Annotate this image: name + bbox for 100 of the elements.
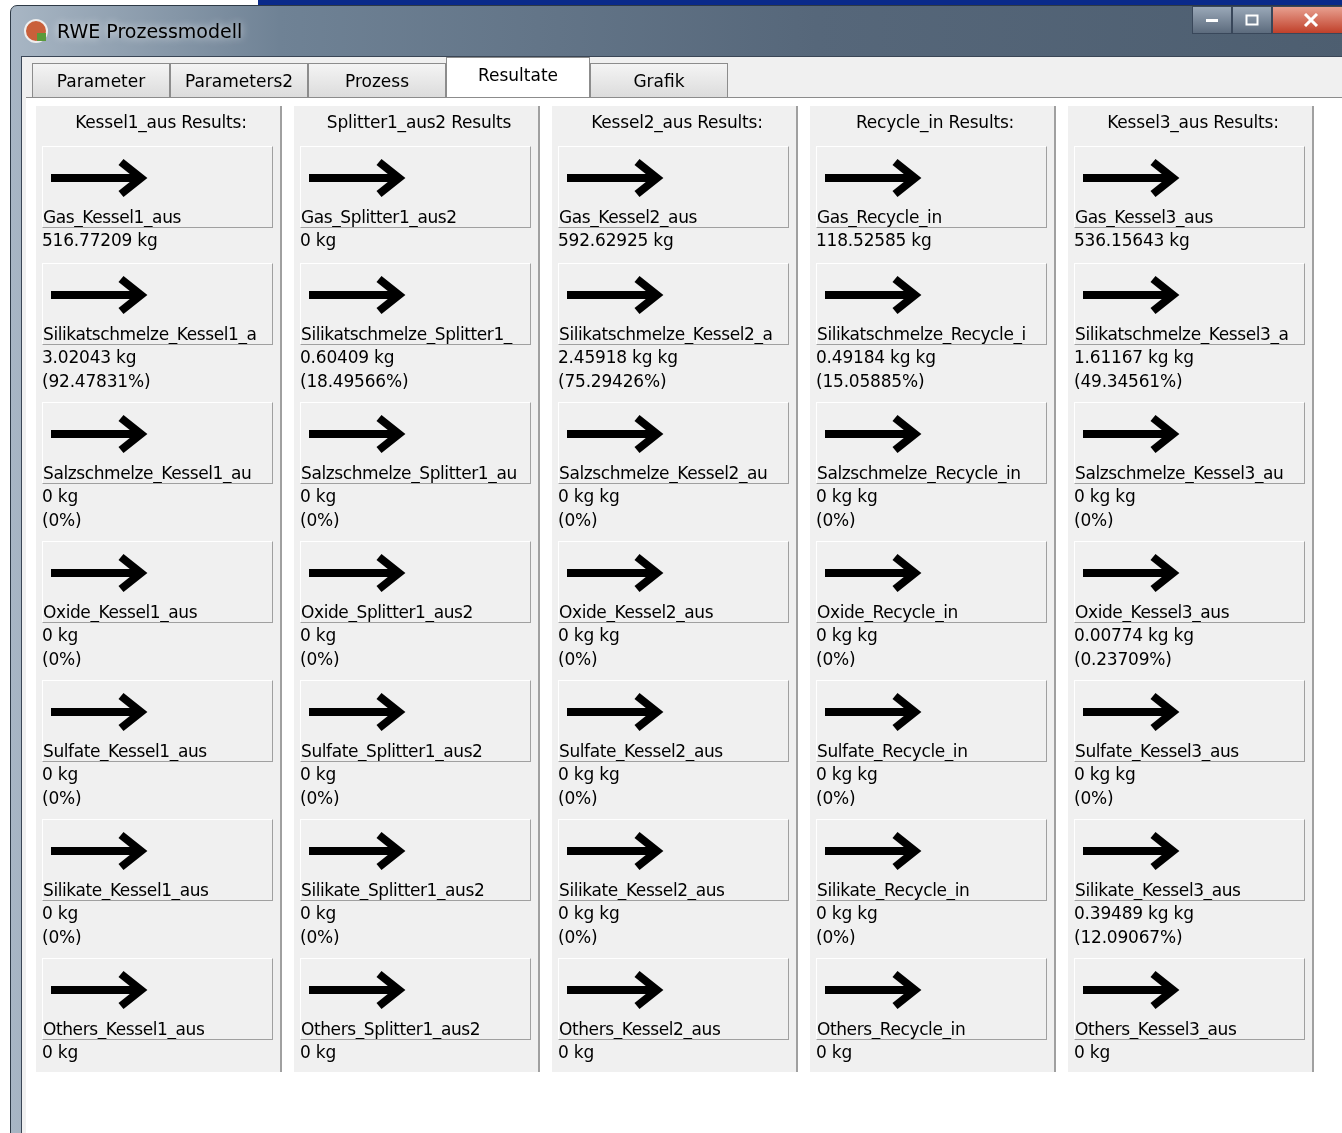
value-text: (0%) bbox=[300, 926, 341, 949]
stream-button[interactable]: Salzschmelze_Kessel2_au bbox=[558, 402, 789, 484]
close-button[interactable] bbox=[1272, 6, 1342, 34]
value-text: (0%) bbox=[1074, 787, 1115, 810]
value-text: 0 kg bbox=[300, 624, 338, 647]
value-text: (0.23709%) bbox=[1074, 648, 1173, 671]
stream-button[interactable]: Sulfate_Kessel1_aus bbox=[42, 680, 273, 762]
value-text: (0%) bbox=[816, 787, 857, 810]
value-text: 536.15643 kg bbox=[1074, 229, 1191, 252]
stream-button[interactable]: Gas_Kessel3_aus bbox=[1074, 146, 1305, 228]
stream-button[interactable]: Silikate_Kessel3_aus bbox=[1074, 819, 1305, 901]
stream-button[interactable]: Oxide_Kessel3_aus bbox=[1074, 541, 1305, 623]
stream-button[interactable]: Salzschmelze_Kessel1_au bbox=[42, 402, 273, 484]
stream-button[interactable]: Oxide_Recycle_in bbox=[816, 541, 1047, 623]
arrow-icon bbox=[567, 275, 665, 315]
value-text: 0 kg kg bbox=[1074, 763, 1137, 786]
arrow-icon bbox=[567, 831, 665, 871]
value-text: 0 kg bbox=[1074, 1041, 1112, 1064]
stream-button[interactable]: Oxide_Kessel2_aus bbox=[558, 541, 789, 623]
stream-button[interactable]: Silikate_Kessel2_aus bbox=[558, 819, 789, 901]
arrow-icon bbox=[567, 414, 665, 454]
maximize-button[interactable] bbox=[1232, 6, 1272, 34]
value-text: (0%) bbox=[558, 509, 599, 532]
value-text: 0 kg kg bbox=[816, 763, 879, 786]
value-text: (0%) bbox=[558, 926, 599, 949]
stream-button[interactable]: Others_Kessel2_aus bbox=[558, 958, 789, 1040]
value-text: 0 kg kg bbox=[558, 763, 621, 786]
value-text: (49.34561%) bbox=[1074, 370, 1184, 393]
tab[interactable]: Parameter bbox=[32, 63, 170, 97]
arrow-icon bbox=[1083, 692, 1181, 732]
tab[interactable]: Parameters2 bbox=[170, 63, 308, 97]
arrow-icon bbox=[825, 970, 923, 1010]
tab[interactable]: Grafik bbox=[590, 63, 728, 97]
value-text: 0 kg kg bbox=[558, 624, 621, 647]
arrow-icon bbox=[51, 970, 149, 1010]
value-text: 592.62925 kg bbox=[558, 229, 675, 252]
value-text: (12.09067%) bbox=[1074, 926, 1184, 949]
minimize-button[interactable] bbox=[1192, 6, 1232, 34]
stream-button[interactable]: Silikatschmelze_Splitter1_ bbox=[300, 263, 531, 345]
arrow-icon bbox=[309, 553, 407, 593]
stream-button[interactable]: Sulfate_Kessel3_aus bbox=[1074, 680, 1305, 762]
stream-button[interactable]: Sulfate_Kessel2_aus bbox=[558, 680, 789, 762]
app-icon bbox=[23, 18, 49, 44]
stream-button[interactable]: Salzschmelze_Splitter1_au bbox=[300, 402, 531, 484]
arrow-icon bbox=[825, 158, 923, 198]
value-text: 0 kg kg bbox=[816, 624, 879, 647]
arrow-icon bbox=[309, 414, 407, 454]
stream-button[interactable]: Silikatschmelze_Kessel3_a bbox=[1074, 263, 1305, 345]
stream-button[interactable]: Silikatschmelze_Kessel2_a bbox=[558, 263, 789, 345]
value-text: 0 kg bbox=[558, 1041, 596, 1064]
stream-button[interactable]: Silikate_Splitter1_aus2 bbox=[300, 819, 531, 901]
stream-button[interactable]: Oxide_Kessel1_aus bbox=[42, 541, 273, 623]
stream-button[interactable]: Salzschmelze_Kessel3_au bbox=[1074, 402, 1305, 484]
value-text: 0 kg bbox=[300, 1041, 338, 1064]
stream-button[interactable]: Others_Kessel1_aus bbox=[42, 958, 273, 1040]
stream-button[interactable]: Gas_Recycle_in bbox=[816, 146, 1047, 228]
value-text: (0%) bbox=[300, 787, 341, 810]
value-text: 118.52585 kg bbox=[816, 229, 933, 252]
value-text: 0 kg bbox=[300, 763, 338, 786]
value-text: 0 kg bbox=[300, 902, 338, 925]
stream-button[interactable]: Gas_Kessel2_aus bbox=[558, 146, 789, 228]
value-text: 0 kg bbox=[42, 485, 80, 508]
value-text: 0 kg bbox=[42, 902, 80, 925]
value-text: 0.39489 kg kg bbox=[1074, 902, 1195, 925]
value-text: 0 kg bbox=[42, 1041, 80, 1064]
arrow-icon bbox=[567, 692, 665, 732]
value-text: (0%) bbox=[42, 926, 83, 949]
stream-button[interactable]: Sulfate_Recycle_in bbox=[816, 680, 1047, 762]
arrow-icon bbox=[1083, 275, 1181, 315]
value-text: 0 kg kg bbox=[1074, 485, 1137, 508]
tab[interactable]: Prozess bbox=[308, 63, 446, 97]
tab[interactable]: Resultate bbox=[446, 57, 590, 97]
stream-button[interactable]: Silikate_Recycle_in bbox=[816, 819, 1047, 901]
stream-button[interactable]: Gas_Splitter1_aus2 bbox=[300, 146, 531, 228]
stream-button[interactable]: Gas_Kessel1_aus bbox=[42, 146, 273, 228]
arrow-icon bbox=[1083, 970, 1181, 1010]
stream-button[interactable]: Others_Splitter1_aus2 bbox=[300, 958, 531, 1040]
stream-button[interactable]: Sulfate_Splitter1_aus2 bbox=[300, 680, 531, 762]
arrow-icon bbox=[51, 831, 149, 871]
value-text: 0 kg bbox=[42, 763, 80, 786]
stream-button[interactable]: Silikatschmelze_Kessel1_a bbox=[42, 263, 273, 345]
minimize-icon bbox=[1205, 17, 1219, 23]
arrow-icon bbox=[1083, 414, 1181, 454]
arrow-icon bbox=[825, 275, 923, 315]
arrow-icon bbox=[567, 970, 665, 1010]
stream-button[interactable]: Oxide_Splitter1_aus2 bbox=[300, 541, 531, 623]
arrow-icon bbox=[51, 553, 149, 593]
stream-button[interactable]: Others_Recycle_in bbox=[816, 958, 1047, 1040]
stream-button[interactable]: Others_Kessel3_aus bbox=[1074, 958, 1305, 1040]
value-text: 0 kg bbox=[816, 1041, 854, 1064]
maximize-icon bbox=[1245, 14, 1259, 26]
column-title: Kessel3_aus Results: bbox=[1106, 112, 1280, 135]
arrow-icon bbox=[51, 414, 149, 454]
arrow-icon bbox=[567, 553, 665, 593]
arrow-icon bbox=[825, 553, 923, 593]
stream-button[interactable]: Silikatschmelze_Recycle_i bbox=[816, 263, 1047, 345]
stream-button[interactable]: Salzschmelze_Recycle_in bbox=[816, 402, 1047, 484]
stream-button[interactable]: Silikate_Kessel1_aus bbox=[42, 819, 273, 901]
value-text: 0.00774 kg kg bbox=[1074, 624, 1195, 647]
value-text: (0%) bbox=[42, 648, 83, 671]
